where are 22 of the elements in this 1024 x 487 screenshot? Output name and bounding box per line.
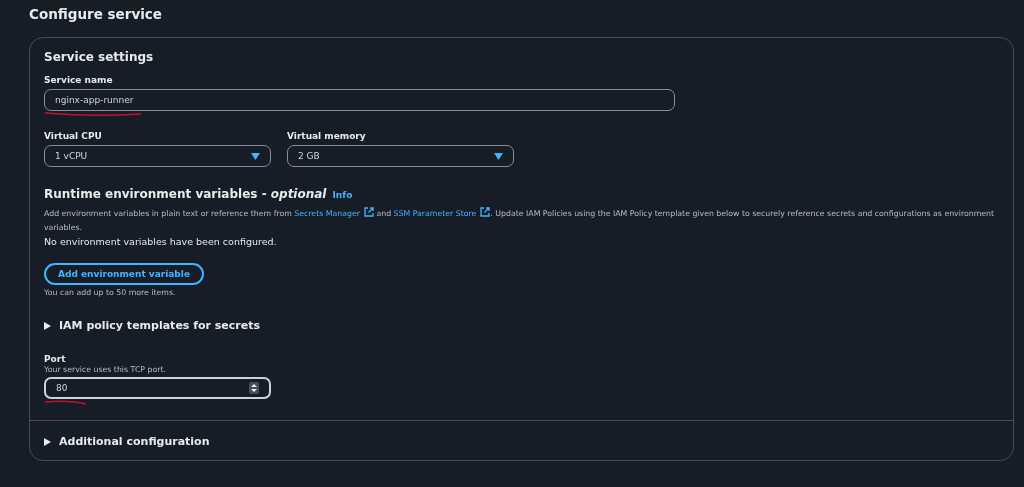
external-link-icon: [480, 207, 491, 217]
field-label: Virtual memory: [287, 131, 367, 141]
add-variable-button[interactable]: Add environment variable: [44, 263, 204, 285]
underline-mark: [44, 399, 88, 405]
field-label: Virtual CPU: [44, 131, 103, 141]
stepper-icon: [249, 382, 259, 394]
port-field[interactable]: 80: [44, 377, 271, 399]
page-title: Configure service: [29, 6, 164, 22]
service-name-field[interactable]: nginx-app-runner: [44, 89, 675, 111]
field-label: Service name: [44, 75, 114, 85]
dropdown-caret-icon: [494, 152, 503, 160]
iam-expander[interactable]: IAM policy templates for secrets: [44, 319, 261, 332]
select-field[interactable]: 1 vCPU: [44, 145, 271, 167]
card-title: Service settings: [44, 50, 155, 64]
section-title: Runtime environment variables - optional: [44, 187, 327, 201]
select-field[interactable]: 2 GB: [287, 145, 514, 167]
dropdown-caret-icon: [251, 152, 260, 160]
info-link[interactable]: Info: [332, 190, 353, 200]
field-label: Port: [44, 354, 67, 364]
external-link-icon: [363, 207, 374, 217]
additional-config-expander[interactable]: Additional configuration: [44, 435, 210, 448]
empty-message: No environment variables have been configured.: [44, 236, 278, 247]
